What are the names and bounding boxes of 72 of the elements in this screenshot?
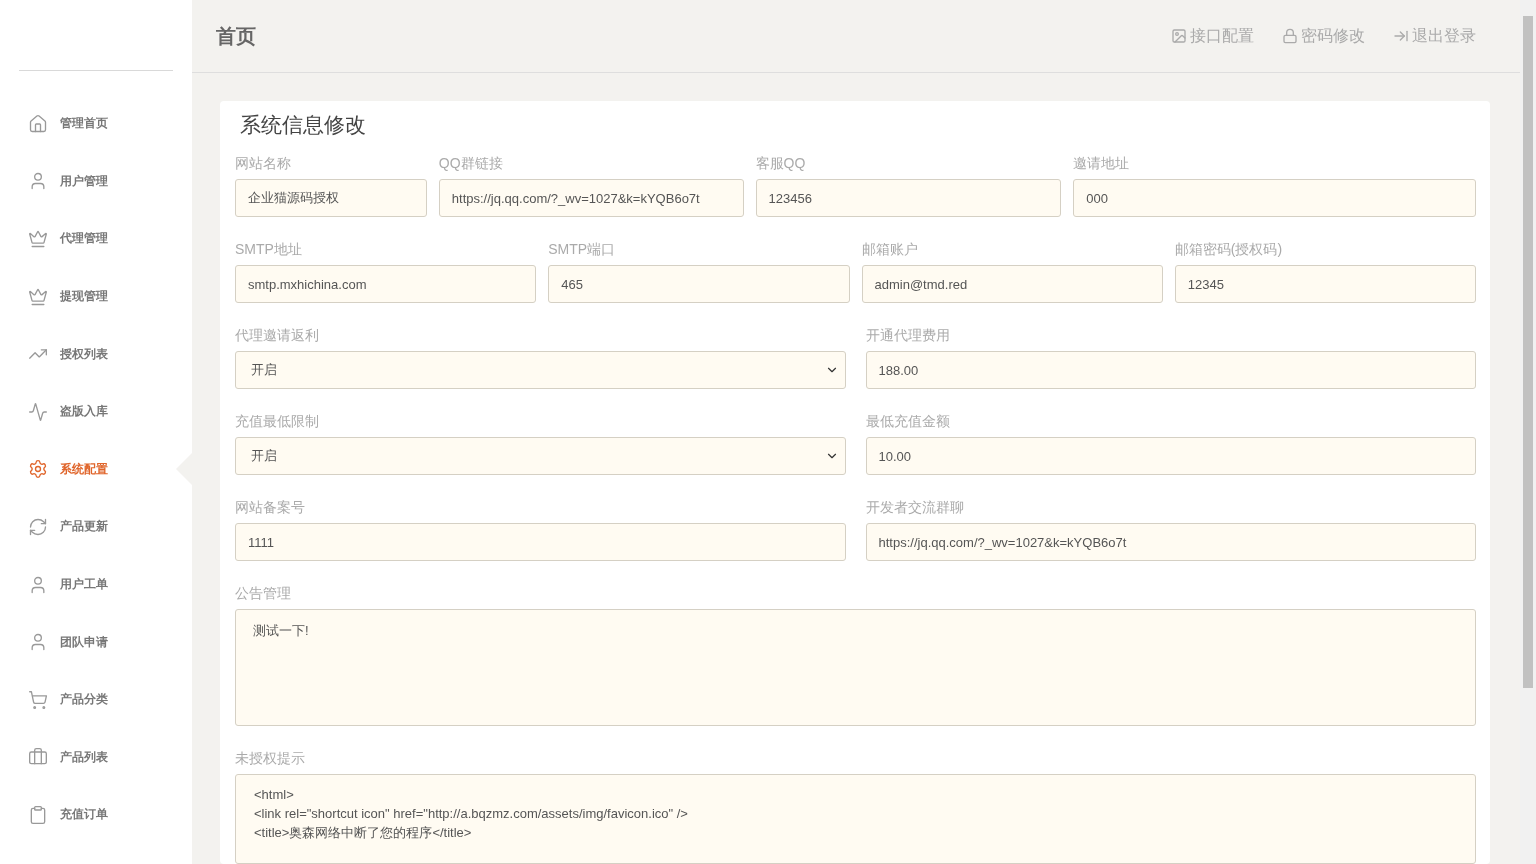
field-label: 充值最低限制 bbox=[235, 413, 320, 431]
field-label: 公告管理 bbox=[235, 585, 292, 603]
sidebar-item[interactable]: 用户工单 bbox=[0, 555, 192, 614]
sidebar-item-label: 用户管理 bbox=[60, 172, 108, 190]
text-area[interactable]: <html> <link rel="shortcut icon" href="http://a.bqzmz.com/assets/img/favicon.ico" /> <title>奥森网络中断了您的程序</title> bbox=[235, 774, 1476, 864]
field-label: 邮箱密码(授权码) bbox=[1174, 241, 1284, 259]
crown-icon bbox=[28, 229, 48, 249]
sidebar-item-label: 团队申请 bbox=[60, 633, 108, 651]
input-field[interactable]: 10.00 bbox=[865, 437, 1476, 475]
lock-icon bbox=[1282, 28, 1298, 44]
sidebar-item[interactable]: 授权列表 bbox=[0, 325, 192, 383]
field-label: SMTP端口 bbox=[548, 241, 617, 259]
scrollbar-thumb[interactable] bbox=[1523, 16, 1533, 688]
input-field[interactable]: 企业猫源码授权 bbox=[235, 179, 427, 217]
sidebar-item-label: 充值订单 bbox=[60, 806, 108, 824]
input-field[interactable]: smtp.mxhichina.com bbox=[235, 265, 537, 303]
sidebar-item-label: 产品分类 bbox=[60, 691, 108, 709]
sidebar-item-label: 代理管理 bbox=[60, 230, 108, 248]
home-icon bbox=[28, 113, 48, 134]
sidebar-item-label: 管理首页 bbox=[60, 115, 108, 133]
input-field[interactable]: 12345 bbox=[1174, 265, 1476, 303]
cart-icon bbox=[28, 689, 48, 710]
field-label: 代理邀请返利 bbox=[235, 327, 320, 345]
sidebar-item[interactable]: 团队申请 bbox=[0, 613, 192, 671]
crown-icon bbox=[28, 286, 48, 307]
sidebar-item-label: 产品更新 bbox=[60, 518, 108, 536]
sidebar-item[interactable]: 管理首页 bbox=[0, 95, 192, 153]
field-label: 开通代理费用 bbox=[865, 327, 951, 345]
field-label: 客服QQ bbox=[755, 155, 807, 173]
input-field[interactable]: https://jq.qq.com/?_wv=1027&k=kYQB6o7t bbox=[438, 179, 744, 217]
sidebar-item-label: 提现管理 bbox=[60, 288, 108, 306]
page-title: 首页 bbox=[216, 23, 257, 49]
input-field[interactable]: 000 bbox=[1073, 179, 1476, 217]
refresh-icon bbox=[28, 516, 48, 537]
field-label: 开发者交流群聊 bbox=[865, 499, 965, 517]
sidebar-item-label: 授权列表 bbox=[60, 345, 108, 363]
sidebar-item[interactable]: 产品更新 bbox=[0, 498, 192, 556]
sidebar-item[interactable]: 充值订单 bbox=[0, 786, 192, 844]
select-field[interactable]: 开启 bbox=[235, 437, 846, 475]
sidebar-item[interactable]: 系统配置 bbox=[0, 440, 192, 499]
sidebar-item[interactable]: 盗版入库 bbox=[0, 382, 192, 441]
settings-icon bbox=[28, 459, 48, 480]
field-label: 邮箱账户 bbox=[861, 241, 919, 259]
sidebar-item-label: 产品列表 bbox=[60, 748, 108, 766]
field-label: 邀请地址 bbox=[1073, 155, 1131, 173]
text-area[interactable]: 测试一下! bbox=[235, 609, 1476, 726]
input-field[interactable]: 465 bbox=[548, 265, 850, 303]
form-title: 系统信息修改 bbox=[240, 112, 367, 138]
field-label: SMTP地址 bbox=[235, 241, 303, 259]
input-field[interactable]: 1111 bbox=[235, 523, 846, 561]
logout-icon bbox=[1393, 28, 1409, 44]
sidebar-item[interactable]: 代理管理 bbox=[0, 210, 192, 268]
sidebar-item[interactable]: 用户管理 bbox=[0, 152, 192, 211]
select-field[interactable]: 开启 bbox=[235, 351, 846, 389]
image-icon bbox=[1171, 28, 1187, 44]
field-label: 未授权提示 bbox=[235, 750, 306, 768]
input-field[interactable]: admin@tmd.red bbox=[861, 265, 1163, 303]
input-field[interactable]: 188.00 bbox=[865, 351, 1476, 389]
sidebar-item-label: 系统配置 bbox=[60, 460, 108, 478]
sidebar-item[interactable]: 提现管理 bbox=[0, 267, 192, 326]
sidebar-item[interactable]: 产品分类 bbox=[0, 670, 192, 729]
input-field[interactable]: 123456 bbox=[755, 179, 1062, 217]
clipboard-icon bbox=[28, 804, 48, 825]
field-label: 网站名称 bbox=[235, 155, 292, 173]
input-field[interactable]: https://jq.qq.com/?_wv=1027&k=kYQB6o7t bbox=[865, 523, 1476, 561]
sidebar-item-label: 用户工单 bbox=[60, 576, 108, 594]
field-label: QQ群链接 bbox=[438, 155, 504, 173]
sidebar-item-label: 盗版入库 bbox=[60, 403, 108, 421]
field-label: 最低充值金额 bbox=[865, 413, 951, 431]
pulse-icon bbox=[28, 401, 48, 422]
sidebar-item[interactable]: 产品列表 bbox=[0, 728, 192, 787]
field-label: 网站备案号 bbox=[235, 499, 306, 517]
